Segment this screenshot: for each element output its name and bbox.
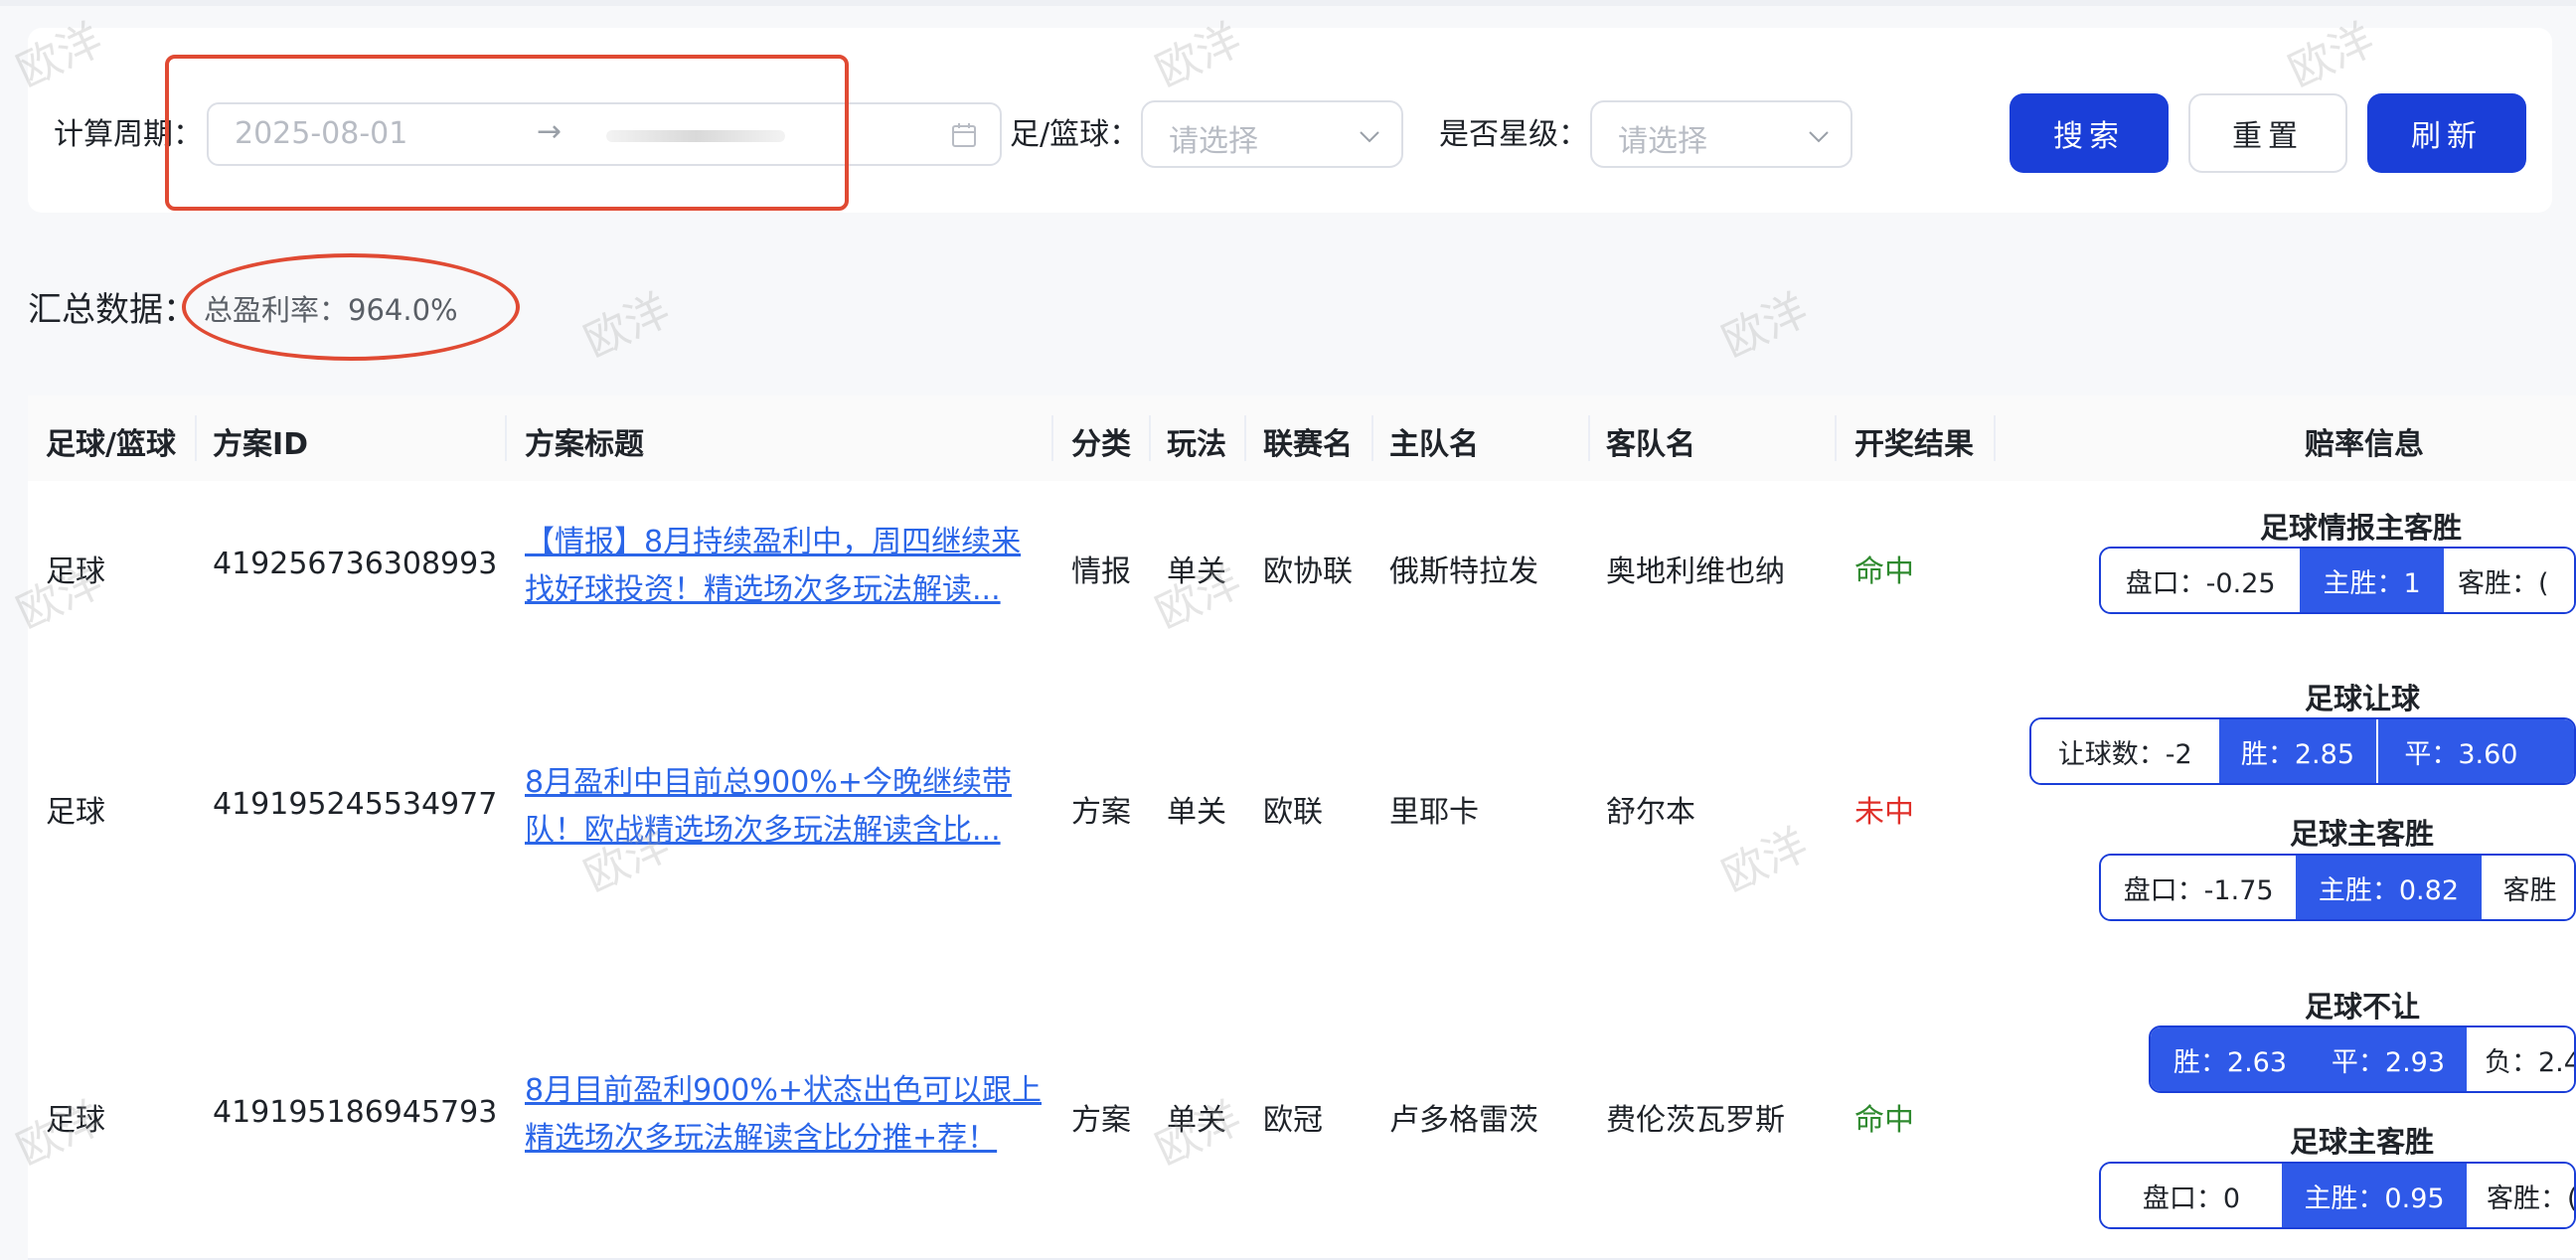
cell-category: 方案 xyxy=(1071,1103,1131,1138)
column-divider xyxy=(1371,415,1373,461)
top-border xyxy=(0,0,2576,6)
odds-segment: 客胜 xyxy=(2481,856,2574,919)
header-result: 开奖结果 xyxy=(1854,427,1974,462)
header-play: 玩法 xyxy=(1167,427,1226,462)
sport-select-placeholder: 请选择 xyxy=(1169,124,1258,159)
cell-home: 俄斯特拉发 xyxy=(1389,554,1538,589)
star-select[interactable]: 请选择 xyxy=(1590,100,1852,168)
odds-segment: 盘口：-0.25 xyxy=(2101,549,2301,612)
cell-plan-id: 419195245534977 xyxy=(213,787,498,822)
star-select-placeholder: 请选择 xyxy=(1618,124,1707,159)
column-divider xyxy=(195,415,197,461)
refresh-button[interactable]: 刷新 xyxy=(2367,93,2526,173)
odds-pill: 盘口：0 主胜：0.95 客胜：( xyxy=(2099,1162,2576,1229)
odds-title: 足球让球 xyxy=(2305,682,2421,715)
table-row: 足球 419195186945793 8月目前盈利900%+状态出色可以跟上精选… xyxy=(28,960,2576,1260)
odds-segment: 主胜：0.95 xyxy=(2282,1164,2467,1227)
cell-category: 方案 xyxy=(1071,795,1131,830)
odds-title: 足球不让 xyxy=(2305,990,2421,1024)
star-label: 是否星级： xyxy=(1439,117,1588,152)
cell-sport: 足球 xyxy=(46,795,105,830)
odds-segment: 客胜：( xyxy=(2444,549,2574,612)
sport-label: 足/篮球： xyxy=(1010,117,1140,152)
calendar-icon xyxy=(952,123,976,147)
cell-league: 欧协联 xyxy=(1263,554,1353,589)
odds-segment: 平：3.60 xyxy=(2376,719,2574,783)
column-divider xyxy=(1244,415,1246,461)
odds-pill: 盘口：-1.75 主胜：0.82 客胜 xyxy=(2099,854,2576,921)
annotation-ellipse xyxy=(182,253,520,361)
cell-plan-id: 419256736308993 xyxy=(213,547,498,581)
result-badge: 未中 xyxy=(1854,795,1914,830)
header-league: 联赛名 xyxy=(1263,427,1353,462)
odds-title: 足球情报主客胜 xyxy=(2260,511,2463,545)
header-odds: 赔率信息 xyxy=(2305,427,2424,462)
header-home: 主队名 xyxy=(1389,427,1479,462)
odds-title: 足球主客胜 xyxy=(2290,817,2435,851)
odds-segment: 让球数：-2 xyxy=(2031,719,2219,783)
annotation-box xyxy=(165,55,849,211)
cell-away: 费伦茨瓦罗斯 xyxy=(1606,1103,1785,1138)
plans-table: 足球/篮球 方案ID 方案标题 分类 玩法 联赛名 主队名 客队名 开奖结果 赔… xyxy=(28,395,2576,1260)
header-sport: 足球/篮球 xyxy=(46,427,176,462)
odds-segment: 盘口：0 xyxy=(2101,1164,2283,1227)
header-away: 客队名 xyxy=(1606,427,1695,462)
table-header: 足球/篮球 方案ID 方案标题 分类 玩法 联赛名 主队名 客队名 开奖结果 赔… xyxy=(28,395,2576,483)
odds-pill: 盘口：-0.25 主胜：1 客胜：( xyxy=(2099,547,2576,614)
odds-segment: 主胜：1 xyxy=(2300,549,2445,612)
reset-button[interactable]: 重置 xyxy=(2188,93,2347,173)
watermark: 欧洋 xyxy=(1714,284,1816,368)
odds-pill: 胜：2.63 平：2.93 负：2.4 xyxy=(2149,1025,2576,1093)
odds-segment: 主胜：0.82 xyxy=(2296,856,2482,919)
cell-home: 里耶卡 xyxy=(1389,795,1479,830)
result-badge: 命中 xyxy=(1854,1103,1914,1138)
cell-away: 奥地利维也纳 xyxy=(1606,554,1785,589)
cell-home: 卢多格雷茨 xyxy=(1389,1103,1538,1138)
plan-title-link[interactable]: 【情报】8月持续盈利中，周四继续来找好球投资！精选场次多玩法解读... xyxy=(525,519,1042,614)
column-divider xyxy=(1051,415,1053,461)
plan-title-link[interactable]: 8月目前盈利900%+状态出色可以跟上精选场次多玩法解读含比分推+荐！ xyxy=(525,1067,1042,1163)
odds-segment: 负：2.4 xyxy=(2467,1027,2574,1091)
chevron-down-icon xyxy=(1809,131,1829,143)
search-button[interactable]: 搜索 xyxy=(2010,93,2169,173)
odds-segment: 胜：2.63 xyxy=(2151,1027,2310,1091)
column-divider xyxy=(1149,415,1151,461)
odds-title: 足球主客胜 xyxy=(2290,1125,2435,1159)
cell-league: 欧联 xyxy=(1263,795,1323,830)
odds-pill: 让球数：-2 胜：2.85 平：3.60 xyxy=(2029,717,2576,785)
column-divider xyxy=(1588,415,1590,461)
odds-segment: 盘口：-1.75 xyxy=(2101,856,2297,919)
table-row: 足球 419256736308993 【情报】8月持续盈利中，周四继续来找好球投… xyxy=(28,481,2576,654)
cell-league: 欧冠 xyxy=(1263,1103,1323,1138)
column-divider xyxy=(1835,415,1837,461)
cell-plan-id: 419195186945793 xyxy=(213,1095,498,1130)
column-divider xyxy=(505,415,507,461)
column-divider xyxy=(1994,415,1996,461)
table-row: 足球 419195245534977 8月盈利中目前总900%+今晚继续带队！欧… xyxy=(28,652,2576,962)
odds-segment: 平：2.93 xyxy=(2309,1027,2467,1091)
watermark: 欧洋 xyxy=(576,284,678,368)
odds-segment: 胜：2.85 xyxy=(2218,719,2377,783)
cell-category: 情报 xyxy=(1071,554,1131,589)
header-title: 方案标题 xyxy=(525,427,644,462)
chevron-down-icon xyxy=(1360,131,1379,143)
cell-away: 舒尔本 xyxy=(1606,795,1695,830)
sport-select[interactable]: 请选择 xyxy=(1141,100,1403,168)
header-plan-id: 方案ID xyxy=(213,427,309,462)
result-badge: 命中 xyxy=(1854,554,1914,589)
summary-title: 汇总数据： xyxy=(28,290,197,330)
cell-play: 单关 xyxy=(1167,795,1226,830)
odds-segment: 客胜：( xyxy=(2467,1164,2574,1227)
header-category: 分类 xyxy=(1071,427,1131,462)
